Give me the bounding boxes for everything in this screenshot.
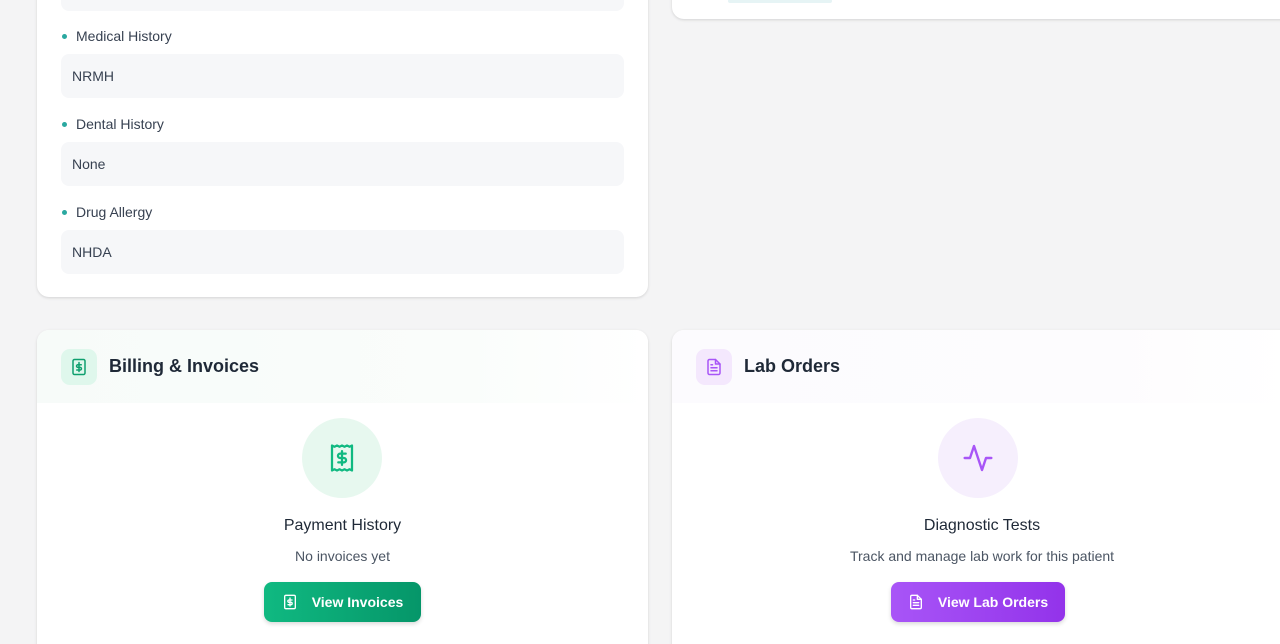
drug-allergy-label-text: Drug Allergy [76,204,153,220]
drug-allergy-value: NHDA [61,230,624,274]
dental-history-value: None [61,142,624,186]
medical-history-label-text: Medical History [76,28,172,44]
dental-history-label: Dental History [61,116,164,132]
bullet-dot [62,121,67,127]
lab-orders-card: Lab Orders Diagnostic Tests Track and ma… [672,330,1280,644]
diagnostic-tests-subtitle: Track and manage lab work for this patie… [849,548,1115,564]
medical-history-label: Medical History [61,28,172,44]
bullet-dot [62,209,67,215]
activity-icon [938,418,1018,498]
previous-field-box [61,0,624,11]
receipt-dollar-icon [61,348,97,385]
payment-history-title: Payment History [283,517,402,534]
document-icon [696,348,732,385]
view-invoices-button[interactable]: View Invoices [264,582,421,622]
dollar-icon [282,594,298,610]
drug-allergy-label: Drug Allergy [61,204,152,220]
card-chip [728,0,832,3]
billing-title: Billing & Invoices [109,356,260,376]
lab-title: Lab Orders [744,356,841,376]
medical-details-card: Medical History NRMH Dental History None… [37,0,648,297]
lab-header: Lab Orders [672,330,1280,403]
medical-history-value: NRMH [61,54,624,98]
top-right-card [672,0,1280,19]
billing-header: Billing & Invoices [37,330,648,403]
billing-card: Billing & Invoices Payment History No in… [37,330,648,644]
bullet-dot [62,33,67,39]
view-lab-orders-button[interactable]: View Lab Orders [891,582,1065,622]
dental-history-label-text: Dental History [76,116,164,132]
view-invoices-label: View Invoices [311,594,404,610]
document-icon [908,594,924,610]
receipt-icon [302,418,382,498]
payment-history-subtitle: No invoices yet [295,548,390,564]
diagnostic-tests-title: Diagnostic Tests [923,517,1041,534]
view-lab-orders-label: View Lab Orders [937,594,1049,610]
